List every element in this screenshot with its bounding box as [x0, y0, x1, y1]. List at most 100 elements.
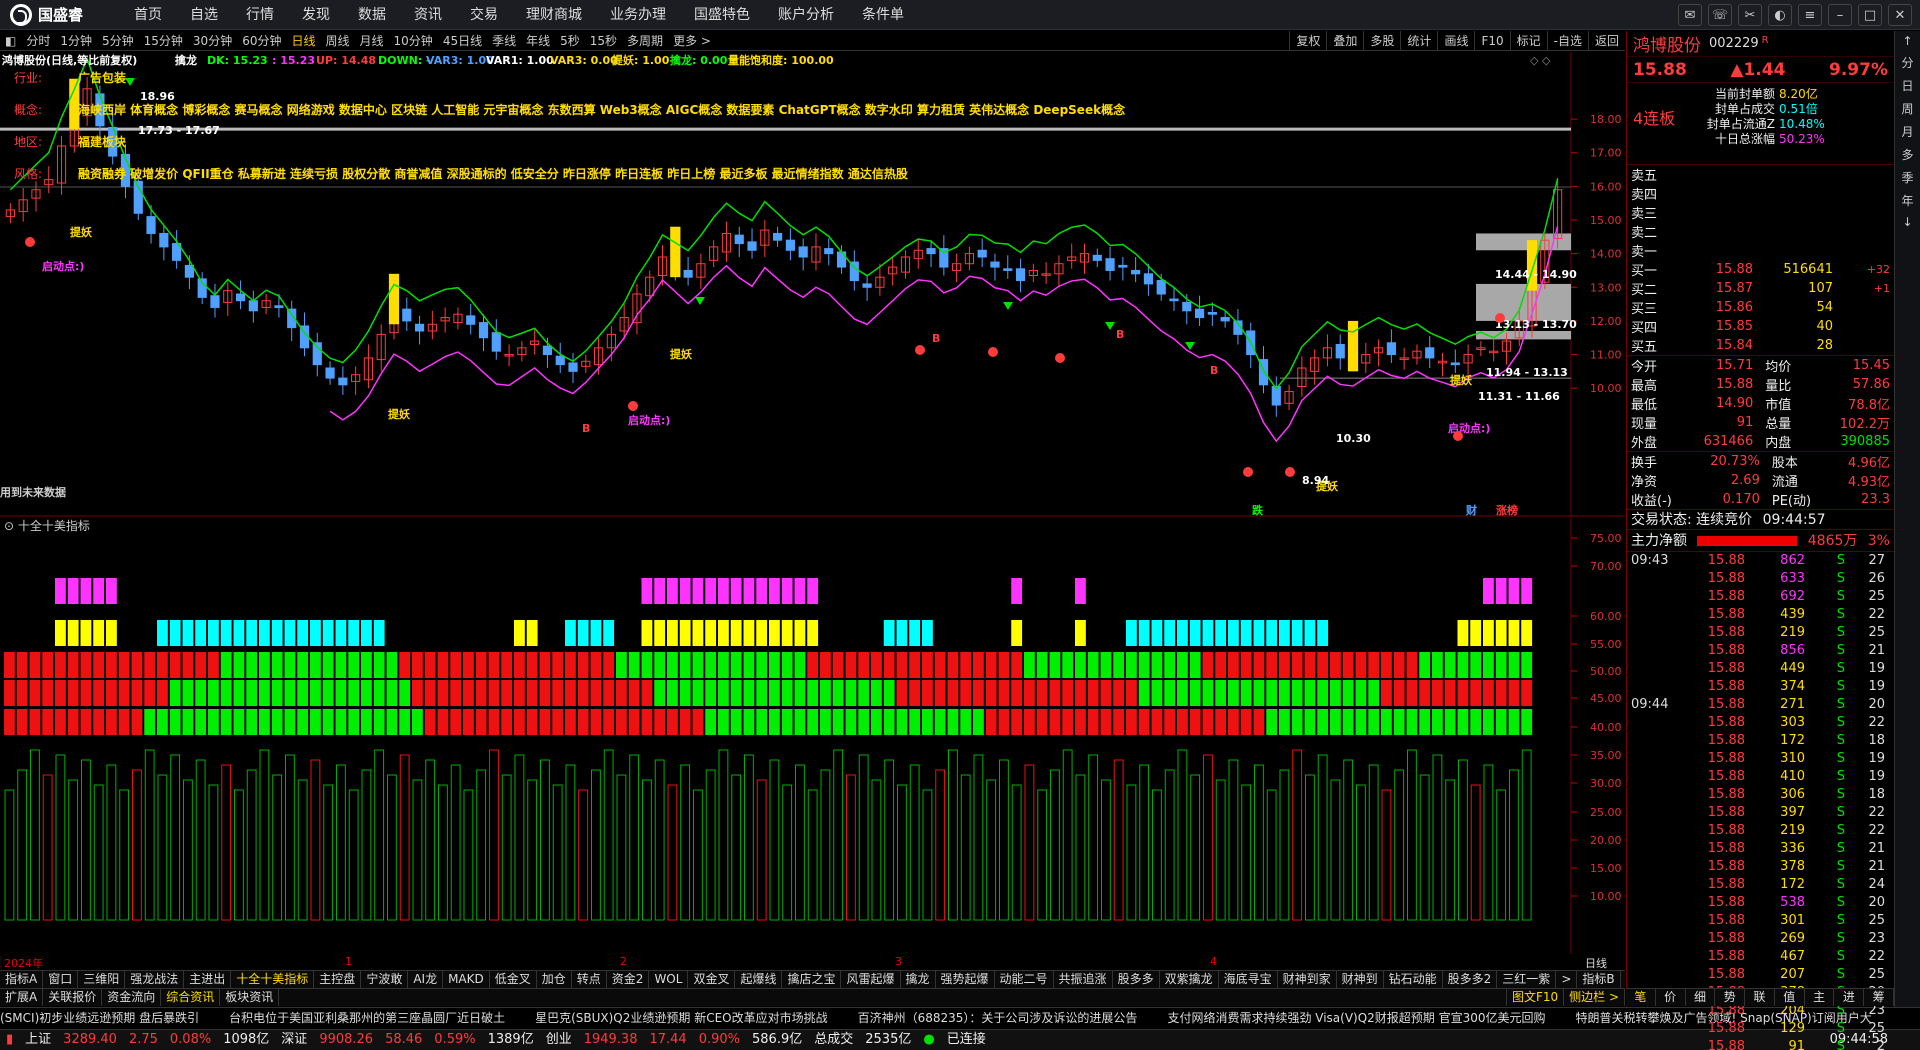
side-btn-2[interactable]: 日: [1901, 77, 1913, 94]
sz-value[interactable]: 9908.26: [319, 1030, 373, 1050]
timeframe-14[interactable]: 15秒: [585, 32, 622, 49]
indicator-tab-8[interactable]: AI龙: [408, 971, 444, 988]
menu-item-4[interactable]: 数据: [344, 0, 400, 30]
indicator-tab-7[interactable]: 宁波敢: [361, 971, 409, 988]
quote-tab-7[interactable]: 进: [1834, 989, 1865, 1006]
indicator-tab-24[interactable]: 双紫擒龙: [1160, 971, 1219, 988]
tool-button-3[interactable]: 统计: [1400, 31, 1437, 51]
timeframe-6[interactable]: 日线: [286, 32, 320, 49]
menu-item-3[interactable]: 发现: [288, 0, 344, 30]
menu-item-1[interactable]: 自选: [176, 0, 232, 30]
menu-item-0[interactable]: 首页: [120, 0, 176, 30]
tool-button-4[interactable]: 画线: [1437, 31, 1474, 51]
kline-chart[interactable]: 18.00 17.00 16.00 15.00 14.00 13.00 12.00 11.00…: [0, 52, 1625, 517]
indicator-tab-31[interactable]: >: [1556, 971, 1578, 988]
timeframe-3[interactable]: 15分钟: [139, 32, 188, 49]
ext-tab-3[interactable]: 综合资讯: [161, 989, 221, 1006]
indicator-tab-10[interactable]: 低金叉: [490, 971, 537, 988]
news-item-3[interactable]: 百济神州（688235）：关于公司涉及诉讼的进展公告: [858, 1011, 1138, 1025]
book-row[interactable]: 买四 15.85 40: [1627, 317, 1894, 336]
tool-button-7[interactable]: -自选: [1546, 31, 1588, 51]
timeframe-16[interactable]: 更多 >: [668, 32, 716, 49]
timeframe-11[interactable]: 季线: [487, 32, 521, 49]
menu-item-10[interactable]: 账户分析: [764, 0, 848, 30]
indicator-tab-23[interactable]: 股多多: [1113, 971, 1160, 988]
side-btn-6[interactable]: 季: [1901, 169, 1913, 186]
quote-tab-8[interactable]: 筹: [1864, 989, 1895, 1006]
news-item-2[interactable]: 星巴克(SBUX)Q2业绩逊预期 新CEO改革应对市场挑战: [535, 1011, 828, 1025]
tool-button-6[interactable]: 标记: [1509, 31, 1547, 51]
indicator-tab-13[interactable]: 资金2: [607, 971, 650, 988]
f10-tab[interactable]: 图文F10: [1505, 989, 1565, 1006]
timeframe-10[interactable]: 45日线: [438, 32, 487, 49]
side-btn-0[interactable]: ↑: [1902, 34, 1912, 48]
tool-button-1[interactable]: 叠加: [1326, 31, 1363, 51]
indicator-tab-12[interactable]: 转点: [572, 971, 607, 988]
indicator-tab-16[interactable]: 起爆线: [735, 971, 783, 988]
side-btn-3[interactable]: 周: [1901, 100, 1913, 117]
side-btn-1[interactable]: 分: [1901, 54, 1913, 71]
quote-tab-6[interactable]: 主: [1805, 989, 1835, 1006]
indicator-tab-26[interactable]: 财神到家: [1278, 971, 1337, 988]
indicator-tab-2[interactable]: 三维阳: [78, 971, 126, 988]
menu-item-11[interactable]: 条件单: [848, 0, 918, 30]
indicator-tab-19[interactable]: 擒龙: [901, 971, 936, 988]
indicator-tab-9[interactable]: MAKD: [443, 971, 490, 988]
sidebar-toggle[interactable]: 侧边栏 >: [1564, 989, 1625, 1006]
quote-tab-1[interactable]: 价: [1656, 989, 1686, 1006]
news-item-4[interactable]: 支付网络消费需求持续强劲 Visa(V)Q2财报超预期 官宣300亿美元回购: [1167, 1011, 1545, 1025]
ext-tab-2[interactable]: 资金流向: [102, 989, 162, 1006]
indicator-tab-1[interactable]: 窗口: [43, 971, 79, 988]
indicator-tab-11[interactable]: 加仓: [537, 971, 572, 988]
indicator-tab-18[interactable]: 风雷起爆: [841, 971, 901, 988]
close-icon[interactable]: ✕: [1888, 4, 1912, 26]
indicator-tab-32[interactable]: 指标B: [1577, 971, 1621, 988]
indicator-tab-28[interactable]: 钻石动能: [1384, 971, 1443, 988]
ext-tab-4[interactable]: 板块资讯: [220, 989, 280, 1006]
indicator-tab-30[interactable]: 三红一紫: [1497, 971, 1557, 988]
book-row[interactable]: 买二 15.87 107 +1: [1627, 279, 1894, 298]
chat-icon[interactable]: ☏: [1708, 4, 1732, 26]
message-icon[interactable]: ✉: [1678, 4, 1702, 26]
side-btn-7[interactable]: 年: [1901, 192, 1913, 209]
skin-icon[interactable]: ◐: [1768, 4, 1792, 26]
ext-tab-0[interactable]: 扩展A: [0, 989, 44, 1006]
book-row[interactable]: 买三 15.86 54: [1627, 298, 1894, 317]
tool-button-0[interactable]: 复权: [1289, 31, 1326, 51]
menu-icon[interactable]: ≡: [1798, 4, 1822, 26]
timeframe-7[interactable]: 周线: [321, 32, 355, 49]
maximize-icon[interactable]: □: [1858, 4, 1882, 26]
quote-tab-5[interactable]: 值: [1775, 989, 1805, 1006]
trade-ticks[interactable]: 09:43 15.88 862 S 27 15.88 633 S 26 15.88 692 S 25 15…: [1627, 552, 1894, 1050]
sh-value[interactable]: 3289.40: [63, 1030, 117, 1050]
menu-item-6[interactable]: 交易: [456, 0, 512, 30]
indicator-tab-15[interactable]: 双金叉: [688, 971, 736, 988]
indicator-tab-21[interactable]: 动能二号: [995, 971, 1054, 988]
app-logo[interactable]: 国盛睿: [0, 3, 120, 26]
book-row[interactable]: 买五 15.84 28: [1627, 336, 1894, 356]
book-row[interactable]: 卖四: [1627, 184, 1894, 203]
side-btn-4[interactable]: 月: [1901, 123, 1913, 140]
book-row[interactable]: 卖三: [1627, 203, 1894, 222]
tool-button-2[interactable]: 多股: [1363, 31, 1400, 51]
ext-tab-1[interactable]: 关联报价: [43, 989, 103, 1006]
tool-button-8[interactable]: 返回: [1587, 31, 1625, 51]
timeframe-8[interactable]: 月线: [355, 32, 389, 49]
timeframe-4[interactable]: 30分钟: [188, 32, 237, 49]
quote-tab-4[interactable]: 联: [1745, 989, 1775, 1006]
tool-button-5[interactable]: F10: [1474, 31, 1509, 51]
timeframe-9[interactable]: 10分钟: [389, 32, 438, 49]
minimize-icon[interactable]: –: [1828, 4, 1852, 26]
menu-item-9[interactable]: 国盛特色: [680, 0, 764, 30]
book-row[interactable]: 买一 15.88 516641 +32: [1627, 260, 1894, 279]
indicator-tab-4[interactable]: 主进出: [184, 971, 232, 988]
indicator-chart[interactable]: ⊙ 十全十美指标 75.00 70.00 60.00 55.00 50.00 45.00 40…: [0, 518, 1625, 954]
timeframe-1[interactable]: 1分钟: [55, 32, 97, 49]
book-row[interactable]: 卖一: [1627, 241, 1894, 260]
indicator-tab-22[interactable]: 共振追涨: [1054, 971, 1113, 988]
news-item-1[interactable]: 台积电位于美国亚利桑那州的第三座晶圆厂近日破土: [229, 1011, 505, 1025]
quote-tab-2[interactable]: 细: [1686, 989, 1716, 1006]
menu-item-8[interactable]: 业务办理: [596, 0, 680, 30]
menu-item-7[interactable]: 理财商城: [512, 0, 596, 30]
quote-tab-0[interactable]: 笔: [1626, 989, 1656, 1006]
